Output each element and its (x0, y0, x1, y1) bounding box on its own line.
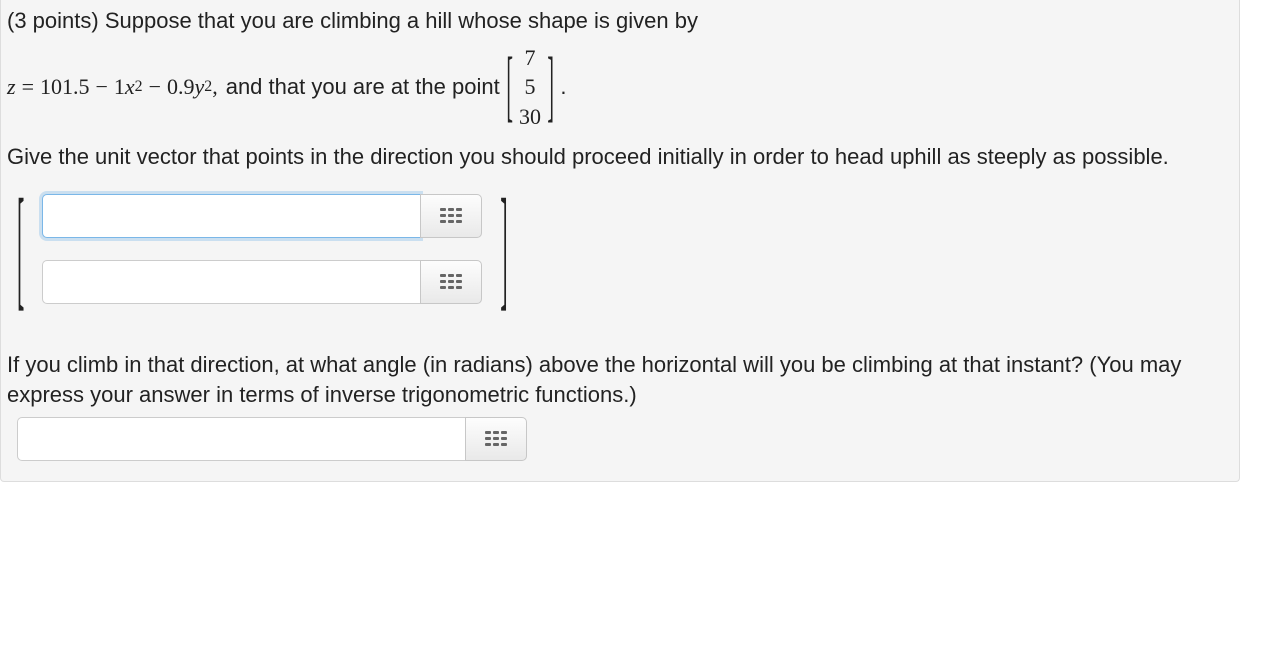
const-2: 0.9 (167, 74, 195, 100)
equation-row: z = 101.5 − 1x2 − 0.9y2 , and that you a… (7, 42, 1233, 133)
eq-comma: , (212, 74, 222, 100)
question-panel: (3 points) Suppose that you are climbing… (0, 0, 1240, 482)
grid-icon (485, 431, 507, 447)
angle-input[interactable] (17, 417, 465, 461)
const-1: 1 (114, 74, 125, 100)
question-intro: (3 points) Suppose that you are climbing… (7, 6, 1233, 36)
vector-input-2[interactable] (42, 260, 420, 304)
var-x: x (125, 74, 135, 100)
symbol-palette-button[interactable] (420, 194, 482, 238)
part2-text: If you climb in that direction, at what … (7, 350, 1233, 409)
grid-icon (440, 208, 462, 224)
point-vec-2: 30 (519, 103, 541, 131)
left-bracket-icon: [ (506, 40, 513, 134)
angle-input-group (17, 417, 527, 461)
sentence-period: . (558, 74, 566, 100)
op-eq: = (16, 74, 40, 100)
exp-y: 2 (204, 78, 212, 96)
points-label: (3 points) (7, 8, 99, 33)
vector-input-2-group (42, 260, 482, 304)
answer-vector: [ (17, 184, 508, 314)
mid-text: and that you are at the point (222, 74, 502, 100)
op-minus-2: − (143, 74, 167, 100)
answer-vector-col (24, 184, 500, 314)
var-y: y (195, 74, 205, 100)
op-minus-1: − (89, 74, 113, 100)
point-vec-1: 5 (525, 73, 536, 101)
right-bracket-icon: ] (547, 40, 554, 134)
point-vector-col: 7 5 30 (513, 42, 547, 133)
symbol-palette-button[interactable] (465, 417, 527, 461)
point-vec-0: 7 (525, 44, 536, 72)
part1-text: Give the unit vector that points in the … (7, 142, 1233, 172)
right-bracket-icon: ] (500, 168, 507, 329)
grid-icon (440, 274, 462, 290)
intro-text: Suppose that you are climbing a hill who… (105, 8, 698, 33)
const-0: 101.5 (40, 74, 90, 100)
exp-x: 2 (135, 78, 143, 96)
angle-answer-block (17, 417, 1233, 461)
vector-input-1-group (42, 194, 482, 238)
var-z: z (7, 74, 16, 100)
point-vector: [ 7 5 30 ] (506, 42, 555, 133)
symbol-palette-button[interactable] (420, 260, 482, 304)
left-bracket-icon: [ (17, 168, 24, 329)
vector-input-1[interactable] (42, 194, 420, 238)
